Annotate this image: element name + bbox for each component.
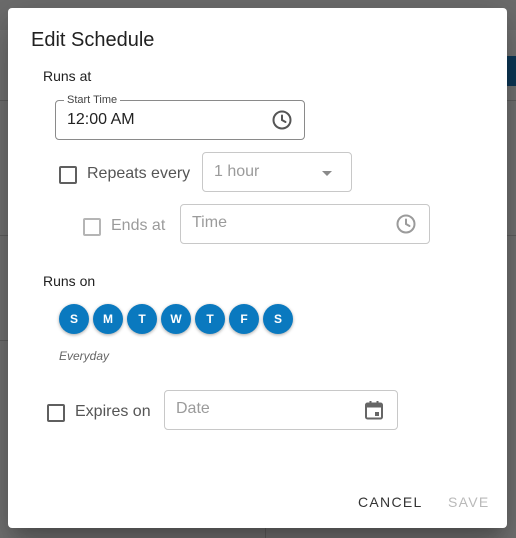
chevron-down-icon (322, 171, 332, 176)
repeats-every-checkbox[interactable] (59, 166, 77, 184)
day-friday-toggle[interactable]: F (229, 304, 259, 334)
repeat-interval-select[interactable]: 1 hour (202, 152, 352, 192)
expires-on-label: Expires on (75, 403, 151, 420)
start-time-value: 12:00 AM (67, 111, 135, 128)
repeats-every-label: Repeats every (87, 165, 191, 182)
clock-icon[interactable] (395, 213, 417, 235)
cancel-button[interactable]: CANCEL (358, 494, 423, 510)
days-summary: Everyday (59, 349, 110, 363)
start-time-field[interactable]: Start Time 12:00 AM (55, 94, 305, 140)
calendar-icon[interactable] (363, 399, 385, 421)
expires-date-placeholder: Date (176, 400, 210, 417)
ends-at-label: Ends at (111, 217, 166, 234)
clock-icon[interactable] (271, 109, 293, 131)
save-button[interactable]: SAVE (448, 494, 490, 510)
day-monday-toggle[interactable]: M (93, 304, 123, 334)
runs-on-label: Runs on (43, 273, 96, 289)
ends-at-placeholder: Time (192, 214, 227, 231)
day-sunday-toggle[interactable]: S (59, 304, 89, 334)
day-tuesday-toggle[interactable]: T (127, 304, 157, 334)
day-wednesday-toggle[interactable]: W (161, 304, 191, 334)
ends-at-time-field[interactable]: Time (180, 204, 430, 244)
dialog-title: Edit Schedule (31, 29, 155, 51)
day-thursday-toggle[interactable]: T (195, 304, 225, 334)
start-time-label: Start Time (64, 94, 121, 106)
expires-on-checkbox[interactable] (47, 404, 65, 422)
expires-date-field[interactable]: Date (164, 390, 398, 430)
runs-at-label: Runs at (43, 68, 92, 84)
day-saturday-toggle[interactable]: S (263, 304, 293, 334)
edit-schedule-dialog: Edit Schedule Runs at Start Time 12:00 A… (8, 8, 507, 528)
repeat-interval-value: 1 hour (214, 163, 260, 180)
ends-at-checkbox[interactable] (83, 218, 101, 236)
